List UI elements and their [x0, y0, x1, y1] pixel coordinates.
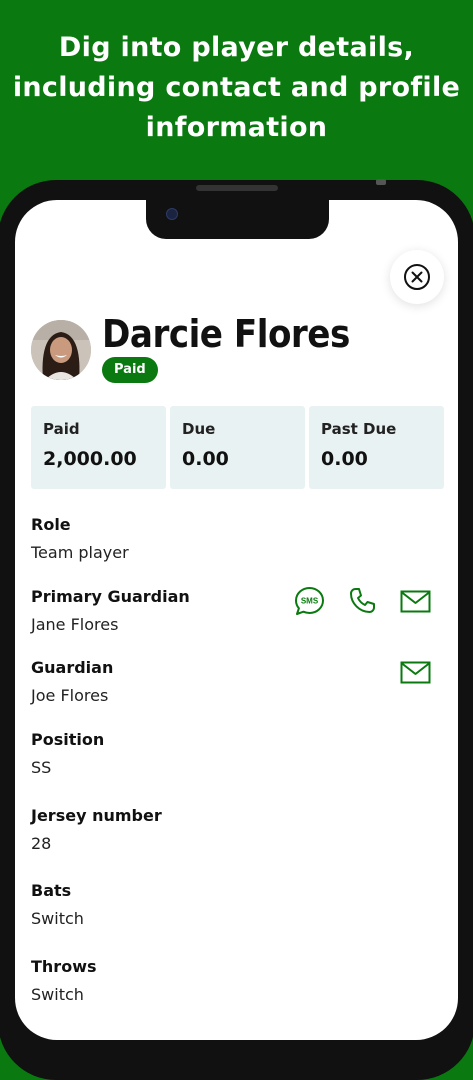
player-name: Darcie Flores [102, 312, 350, 356]
field-value: SS [31, 758, 52, 777]
field-role: Role Team player [31, 515, 129, 562]
field-value: Jane Flores [31, 615, 119, 634]
summary-label: Paid [43, 420, 80, 438]
sms-icon[interactable]: SMS [294, 586, 325, 617]
front-camera [166, 208, 178, 220]
field-label: Primary Guardian [31, 587, 190, 606]
phone-speaker [196, 185, 278, 191]
avatar [31, 320, 91, 380]
phone-side-button [376, 179, 386, 185]
summary-label: Due [182, 420, 216, 438]
headline: Dig into player details, including conta… [0, 28, 473, 148]
email-icon[interactable] [400, 590, 431, 613]
field-bats: Bats Switch [31, 881, 84, 928]
status-badge: Paid [102, 357, 158, 383]
field-label: Position [31, 730, 105, 749]
field-value: 28 [31, 834, 52, 853]
close-icon [404, 264, 430, 290]
phone-icon[interactable] [347, 586, 377, 616]
headline-line-2: including contact and profile [12, 72, 461, 103]
field-label: Throws [31, 957, 97, 976]
email-icon[interactable] [400, 661, 431, 684]
close-button[interactable] [390, 250, 444, 304]
summary-card-paid: Paid 2,000.00 [31, 406, 166, 489]
summary-label: Past Due [321, 420, 397, 438]
field-label: Jersey number [31, 806, 162, 825]
headline-line-1: Dig into player details, [58, 32, 415, 63]
field-value: Team player [31, 543, 129, 562]
field-value: Switch [31, 985, 84, 1004]
field-label: Role [31, 515, 71, 534]
field-guardian: Guardian Joe Flores [31, 658, 113, 705]
summary-card-due: Due 0.00 [170, 406, 305, 489]
field-position: Position SS [31, 730, 104, 777]
field-label: Guardian [31, 658, 114, 677]
field-primary-guardian: Primary Guardian Jane Flores [31, 587, 190, 634]
summary-value: 2,000.00 [43, 448, 137, 470]
headline-line-3: information [145, 112, 328, 143]
field-jersey-number: Jersey number 28 [31, 806, 162, 853]
field-label: Bats [31, 881, 72, 900]
field-value: Switch [31, 909, 84, 928]
field-throws: Throws Switch [31, 957, 97, 1004]
summary-value: 0.00 [321, 448, 368, 470]
summary-card-past-due: Past Due 0.00 [309, 406, 444, 489]
field-value: Joe Flores [31, 686, 109, 705]
sms-icon-text: SMS [301, 597, 319, 606]
summary-value: 0.00 [182, 448, 229, 470]
